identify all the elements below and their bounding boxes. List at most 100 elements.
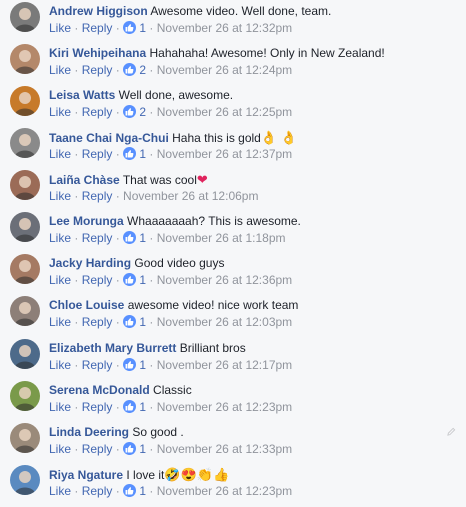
author-name[interactable]: Elizabeth Mary Burrett	[49, 341, 176, 355]
comment-item: Lee Morunga Whaaaaaaah? This is awesome.…	[0, 210, 466, 252]
like-button[interactable]: Like	[49, 400, 71, 414]
timestamp[interactable]: November 26 at 1:18pm	[157, 231, 286, 245]
like-button[interactable]: Like	[49, 63, 71, 77]
separator: ·	[146, 358, 157, 372]
comment-text: Whaaaaaaah? This is awesome.	[127, 214, 301, 228]
separator: ·	[112, 400, 124, 414]
reply-button[interactable]: Reply	[82, 105, 113, 119]
timestamp[interactable]: November 26 at 12:32pm	[157, 21, 292, 35]
author-name[interactable]: Chloe Louise	[49, 298, 124, 312]
separator: ·	[146, 442, 157, 456]
author-name[interactable]: Riya Ngature	[49, 468, 123, 482]
like-reaction-icon[interactable]	[123, 358, 137, 371]
separator: ·	[146, 21, 157, 35]
author-name[interactable]: Lee Morunga	[49, 214, 124, 228]
separator: ·	[71, 484, 82, 498]
comment-actions: Like · Reply · 1 · November 26 at 1:18pm	[49, 231, 286, 246]
comment-body: Taane Chai Nga-Chui Haha this is gold👌 👌	[49, 130, 297, 146]
emoji: 🤣😍👏👍	[164, 467, 230, 482]
separator: ·	[112, 358, 124, 372]
author-name[interactable]: Laiña Chàse	[49, 173, 120, 187]
comment-body: Serena McDonald Classic	[49, 383, 192, 398]
reply-button[interactable]: Reply	[82, 315, 113, 329]
timestamp[interactable]: November 26 at 12:33pm	[157, 442, 292, 456]
like-button[interactable]: Like	[49, 358, 71, 372]
like-button[interactable]: Like	[49, 147, 71, 161]
like-button[interactable]: Like	[49, 315, 71, 329]
reply-button[interactable]: Reply	[82, 231, 113, 245]
reply-button[interactable]: Reply	[82, 484, 113, 498]
reply-button[interactable]: Reply	[82, 63, 113, 77]
reply-button[interactable]: Reply	[82, 189, 113, 203]
author-name[interactable]: Jacky Harding	[49, 256, 131, 270]
timestamp[interactable]: November 26 at 12:03pm	[157, 315, 292, 329]
separator: ·	[71, 63, 82, 77]
like-button[interactable]: Like	[49, 484, 71, 498]
comment-text: That was cool	[122, 173, 197, 187]
avatar[interactable]	[10, 296, 40, 326]
timestamp[interactable]: November 26 at 12:25pm	[157, 105, 292, 119]
avatar[interactable]	[10, 2, 40, 32]
reply-button[interactable]: Reply	[82, 21, 113, 35]
comment-text: Well done, awesome.	[118, 88, 234, 102]
reply-button[interactable]: Reply	[82, 358, 113, 372]
separator: ·	[112, 147, 124, 161]
timestamp[interactable]: November 26 at 12:23pm	[157, 484, 292, 498]
separator: ·	[112, 484, 124, 498]
comment-actions: Like · Reply · November 26 at 12:06pm	[49, 189, 258, 204]
author-name[interactable]: Linda Deering	[49, 425, 129, 439]
reply-button[interactable]: Reply	[82, 147, 113, 161]
comment-text: Awesome video. Well done, team.	[150, 4, 332, 18]
like-reaction-icon[interactable]	[123, 484, 137, 497]
timestamp[interactable]: November 26 at 12:06pm	[123, 189, 258, 203]
like-reaction-icon[interactable]	[123, 105, 137, 118]
timestamp[interactable]: November 26 at 12:17pm	[157, 358, 292, 372]
like-reaction-icon[interactable]	[123, 273, 137, 286]
reply-button[interactable]: Reply	[82, 400, 113, 414]
author-name[interactable]: Taane Chai Nga-Chui	[49, 131, 169, 145]
timestamp[interactable]: November 26 at 12:24pm	[157, 63, 292, 77]
avatar[interactable]	[10, 381, 40, 411]
timestamp[interactable]: November 26 at 12:23pm	[157, 400, 292, 414]
author-name[interactable]: Serena McDonald	[49, 383, 150, 397]
comment-item: Elizabeth Mary Burrett Brilliant bros Lik…	[0, 337, 466, 379]
reply-button[interactable]: Reply	[82, 273, 113, 287]
avatar[interactable]	[10, 212, 40, 242]
like-reaction-icon[interactable]	[123, 442, 137, 455]
avatar[interactable]	[10, 128, 40, 158]
timestamp[interactable]: November 26 at 12:37pm	[157, 147, 292, 161]
like-button[interactable]: Like	[49, 442, 71, 456]
timestamp[interactable]: November 26 at 12:36pm	[157, 273, 292, 287]
author-name[interactable]: Kiri Wehipeihana	[49, 46, 146, 60]
avatar[interactable]	[10, 423, 40, 453]
avatar[interactable]	[10, 339, 40, 369]
avatar[interactable]	[10, 44, 40, 74]
author-name[interactable]: Andrew Higgison	[49, 4, 148, 18]
like-button[interactable]: Like	[49, 105, 71, 119]
separator: ·	[146, 315, 157, 329]
like-reaction-icon[interactable]	[123, 63, 137, 76]
like-button[interactable]: Like	[49, 273, 71, 287]
comment-item: Laiña Chàse That was cool❤ Like · Reply ·…	[0, 168, 466, 210]
comment-text: Classic	[153, 383, 192, 397]
comment-body: Lee Morunga Whaaaaaaah? This is awesome.	[49, 214, 301, 229]
like-reaction-icon[interactable]	[123, 147, 137, 160]
like-reaction-icon[interactable]	[123, 231, 137, 244]
avatar[interactable]	[10, 86, 40, 116]
like-reaction-icon[interactable]	[123, 315, 137, 328]
like-reaction-icon[interactable]	[123, 21, 137, 34]
comment-actions: Like · Reply · 1 · November 26 at 12:23p…	[49, 484, 292, 499]
like-button[interactable]: Like	[49, 21, 71, 35]
avatar[interactable]	[10, 465, 40, 495]
separator: ·	[112, 189, 124, 203]
comment-item: Serena McDonald Classic Like · Reply · 1 …	[0, 379, 466, 421]
avatar[interactable]	[10, 254, 40, 284]
avatar[interactable]	[10, 170, 40, 200]
like-reaction-icon[interactable]	[123, 400, 137, 413]
like-button[interactable]: Like	[49, 231, 71, 245]
comment-text: Brilliant bros	[179, 341, 246, 355]
like-button[interactable]: Like	[49, 189, 71, 203]
pencil-icon[interactable]	[447, 427, 456, 436]
reply-button[interactable]: Reply	[82, 442, 113, 456]
author-name[interactable]: Leisa Watts	[49, 88, 115, 102]
